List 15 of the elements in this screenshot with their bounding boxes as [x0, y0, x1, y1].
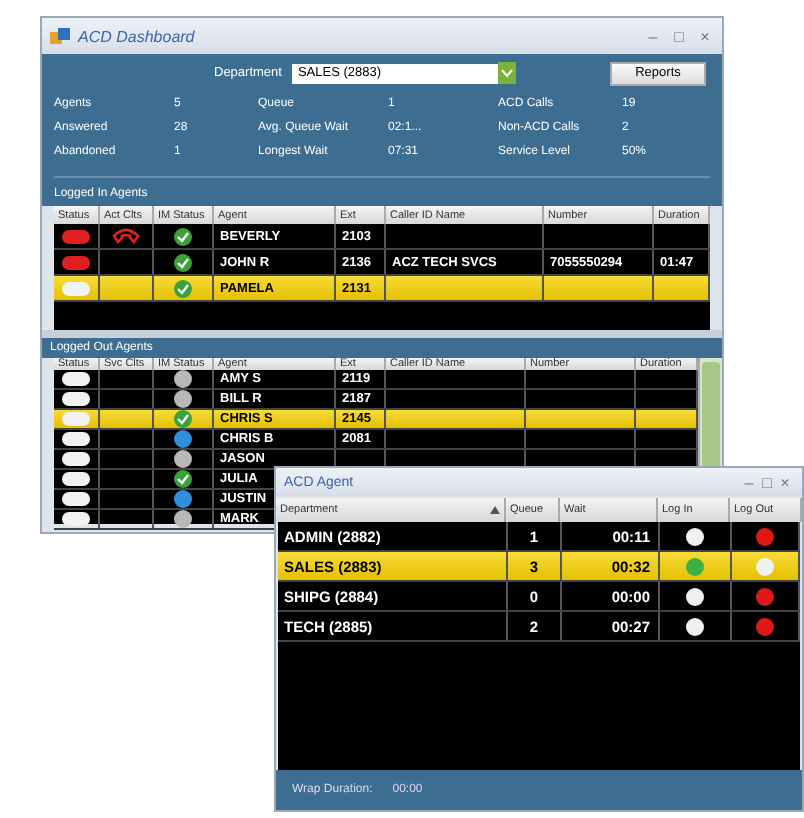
log-in-indicator[interactable]: [686, 587, 704, 605]
window-control[interactable]: ×: [776, 473, 794, 491]
log-in-indicator[interactable]: [686, 527, 704, 545]
log-in-indicator[interactable]: [686, 617, 704, 635]
window-control[interactable]: –: [644, 27, 662, 45]
log-out-indicator[interactable]: [756, 617, 774, 635]
window-title: ACD Dashboard: [78, 27, 197, 45]
log-out-indicator[interactable]: [756, 587, 774, 605]
window-control[interactable]: –: [740, 473, 758, 491]
app-icon: [50, 27, 70, 45]
window-control[interactable]: ×: [696, 27, 714, 45]
log-out-indicator[interactable]: [756, 527, 774, 545]
window-control[interactable]: □: [670, 27, 688, 45]
window-control[interactable]: □: [758, 473, 776, 491]
sort-arrow-icon: [490, 506, 500, 514]
